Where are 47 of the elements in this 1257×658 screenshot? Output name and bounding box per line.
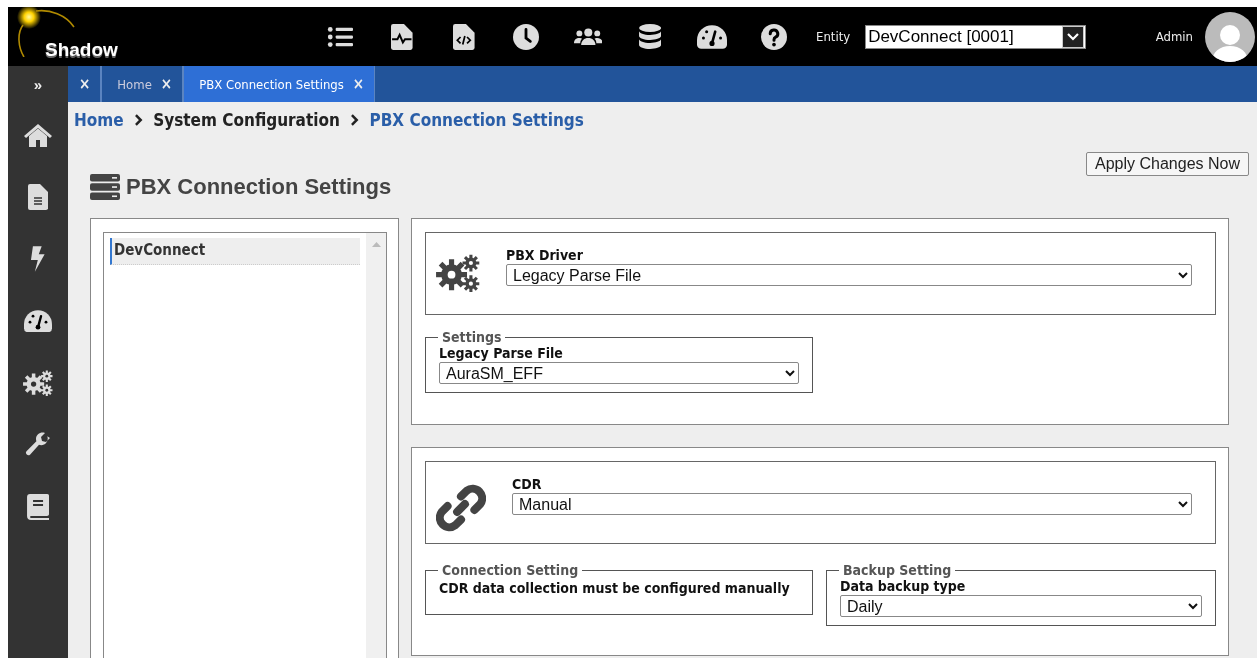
parse-file-select[interactable]: AuraSM_EFF xyxy=(439,362,799,384)
caret-icon xyxy=(1067,32,1080,41)
tab[interactable]: PBX Connection Settings × xyxy=(184,66,376,102)
info-message: CDR data collection must be configured manually xyxy=(439,579,791,598)
user-name[interactable]: Admin xyxy=(1155,29,1193,44)
page-title: PBX Connection Settings xyxy=(126,173,392,200)
chevron-right-icon xyxy=(133,114,144,126)
breadcrumb-item: System Configuration xyxy=(153,110,340,130)
driver-select[interactable]: Legacy Parse File xyxy=(506,264,1192,286)
home-icon[interactable] xyxy=(24,122,52,148)
sidebar-toggle[interactable]: » xyxy=(33,66,43,102)
breadcrumb-link[interactable]: PBX Connection Settings xyxy=(369,110,584,130)
logo-text: Shadow xyxy=(45,39,118,61)
close-tab-icon[interactable]: × xyxy=(160,75,173,93)
group-legend: Backup Setting xyxy=(839,562,956,578)
book-icon[interactable] xyxy=(26,494,50,520)
gauge-icon[interactable] xyxy=(697,24,727,49)
gauge-icon[interactable] xyxy=(24,309,52,333)
field-label: PBX Driver xyxy=(506,247,584,263)
chevron-right-icon xyxy=(349,114,360,126)
wrench-icon[interactable] xyxy=(25,432,51,458)
file-pulse-icon[interactable] xyxy=(391,23,413,50)
list-item[interactable]: DevConnect xyxy=(110,238,360,265)
chain-link-icon xyxy=(436,483,486,533)
field-label: Data backup type xyxy=(840,578,967,594)
field-label: Legacy Parse File xyxy=(439,345,564,361)
entity-select[interactable]: DevConnect [0001] xyxy=(865,24,1087,49)
server-stack-icon xyxy=(90,173,120,200)
clock-icon[interactable] xyxy=(513,23,539,50)
apply-changes-button[interactable]: Apply Changes Now xyxy=(1086,152,1249,176)
help-icon[interactable] xyxy=(761,23,787,50)
document-icon[interactable] xyxy=(28,184,48,210)
avatar[interactable] xyxy=(1205,11,1255,62)
group-legend: Connection Setting xyxy=(438,562,583,578)
file-code-icon[interactable] xyxy=(453,23,475,50)
group-legend: Settings xyxy=(438,329,506,345)
breadcrumb-link[interactable]: Home xyxy=(74,110,124,130)
backup-type-select[interactable]: Daily xyxy=(840,595,1202,617)
lightning-icon[interactable] xyxy=(30,246,46,272)
gears-icon[interactable] xyxy=(23,369,53,397)
database-icon[interactable] xyxy=(638,23,662,50)
gears-icon xyxy=(436,254,480,293)
cdr-select[interactable]: Manual xyxy=(512,493,1192,515)
field-label: CDR xyxy=(512,476,543,492)
scrollbar[interactable] xyxy=(366,233,386,658)
entity-label: Entity xyxy=(816,29,851,44)
close-tab-icon[interactable]: × xyxy=(352,75,365,93)
